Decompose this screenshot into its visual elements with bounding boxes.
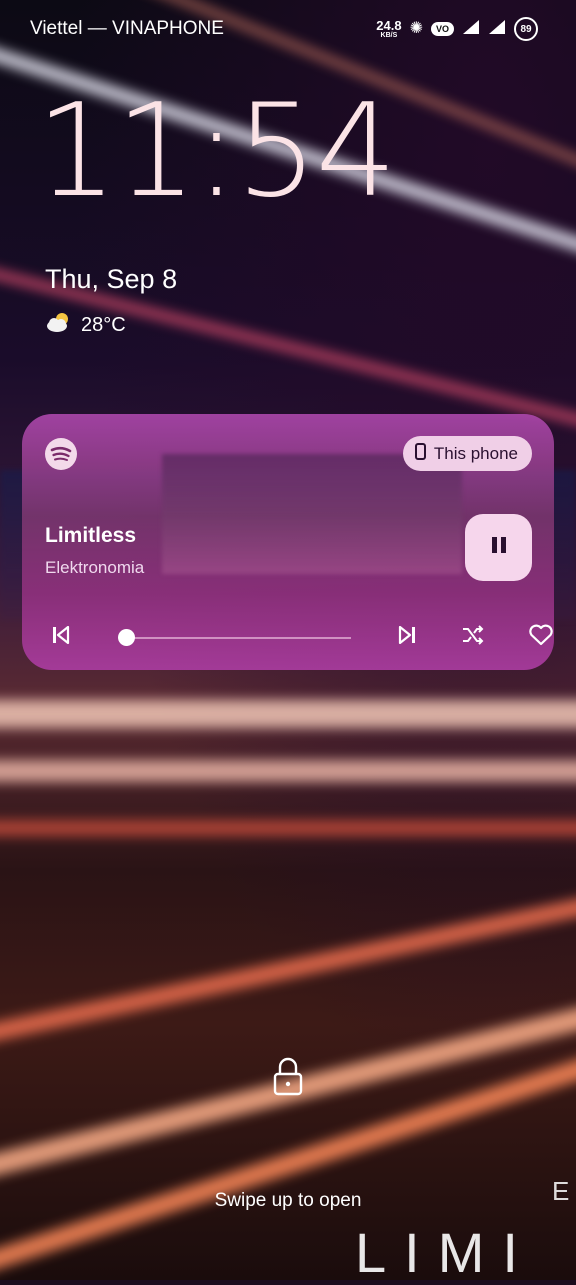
heart-icon — [528, 624, 554, 651]
output-device-label: This phone — [433, 443, 518, 463]
output-device-chip[interactable]: This phone — [402, 436, 532, 471]
spotify-icon[interactable] — [45, 438, 77, 470]
unlock-hint: Swipe up to open — [214, 1190, 362, 1211]
progress-track[interactable] — [119, 637, 351, 639]
progress-thumb[interactable] — [117, 629, 135, 646]
network-speed: 24.8 KB/S — [376, 19, 401, 39]
lockscreen-date: Thu, Sep 8 — [45, 264, 178, 294]
like-button[interactable] — [524, 620, 554, 654]
skip-next-icon — [397, 625, 417, 649]
lockscreen-clock: 11:54 — [36, 77, 397, 226]
pause-icon — [489, 535, 509, 560]
skip-previous-icon — [51, 625, 71, 649]
lock-icon[interactable] — [272, 1056, 304, 1096]
signal-2-icon — [488, 19, 506, 39]
status-bar: Viettel — VINAPHONE 24.8 KB/S ✺ VO 89 — [30, 14, 538, 44]
album-art-background — [162, 454, 462, 574]
media-player-card[interactable]: This phone Limitless Elektronomia — [22, 414, 554, 670]
partly-cloudy-icon — [45, 311, 73, 339]
track-artist: Elektronomia — [45, 558, 145, 577]
carrier-name: Viettel — VINAPHONE — [30, 18, 224, 39]
wallpaper-text: LIMI — [355, 1221, 536, 1284]
phone-icon — [414, 442, 426, 465]
status-icons: 24.8 KB/S ✺ VO 89 — [376, 17, 538, 41]
shuffle-icon — [461, 624, 485, 650]
weather-widget[interactable]: 28°C — [45, 311, 126, 339]
playback-controls — [44, 620, 553, 654]
network-speed-unit: KB/S — [380, 32, 398, 39]
next-track-button[interactable] — [390, 620, 424, 654]
signal-1-icon — [462, 19, 480, 39]
volte-icon: VO — [430, 22, 454, 36]
shuffle-button[interactable] — [456, 620, 490, 654]
weather-temperature: 28°C — [81, 313, 126, 336]
previous-track-button[interactable] — [44, 620, 78, 654]
pause-button[interactable] — [465, 514, 532, 581]
track-title: Limitless — [45, 524, 137, 547]
wallpaper-letter: E — [552, 1176, 570, 1206]
battery-icon: 89 — [514, 17, 538, 41]
network-speed-value: 24.8 — [376, 18, 402, 33]
notification-leaf-icon: ✺ — [409, 20, 423, 37]
